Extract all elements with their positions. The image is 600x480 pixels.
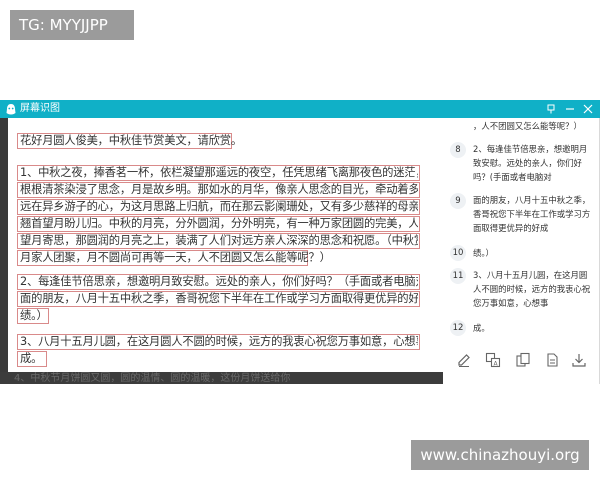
result-line: 成。 — [473, 323, 490, 333]
line-number-badge: 11 — [450, 268, 466, 284]
result-line: 2、每逢佳节倍思亲，想邀明月 — [473, 144, 588, 154]
text-line: 根根清茶染浸了思念，月是故乡明。那如水的月华，像亲人思念的目光，牵动着多少 — [20, 183, 418, 196]
panel-edge — [0, 118, 8, 379]
download-icon[interactable] — [571, 352, 587, 368]
text-line: 花好月圆人俊美，中秋佳节赏美文，请欣赏。 — [20, 134, 242, 147]
window-title: 屏幕识图 — [20, 103, 60, 114]
minimize-icon[interactable] — [565, 100, 579, 118]
text-line: 面的朋友，八月十五中秋之季，香哥祝您下半年在工作或学习方面取得更优异的好成 — [20, 292, 418, 305]
result-line: 致安慰。远处的亲人，你们好 — [473, 158, 582, 168]
close-icon[interactable] — [583, 100, 597, 118]
result-toolbar: A — [443, 352, 599, 372]
text-line: 远在异乡游子的心，为这月思路上归航，而在那云影阑珊处，又有多少慈祥的母亲， — [20, 200, 418, 213]
result-line: 您万事如意，心想事 — [473, 298, 549, 308]
app-logo-icon — [4, 102, 18, 116]
line-number-badge: 10 — [450, 245, 466, 261]
copy-icon[interactable] — [515, 352, 531, 368]
text-line: 成。 — [20, 352, 43, 365]
result-line: 吗？(手面或者电脑对 — [473, 172, 552, 182]
result-line: 绩。） — [473, 248, 494, 258]
line-number-badge: 8 — [450, 142, 466, 158]
text-line: 1、中秋之夜，捧香茗一杯，依栏凝望那遥远的夜空，任凭思绪飞离那夜色的迷茫， — [20, 166, 418, 179]
result-panel[interactable]: ，人不团圆又怎么能等呢？） 8 2、每逢佳节倍思亲，想邀明月 致安慰。远处的亲人… — [443, 118, 599, 384]
result-line: 面取得更优异的好成 — [473, 223, 549, 233]
ocr-window: 屏幕识图 花好月圆人俊美，中秋佳节赏美文，请欣赏。 1、中秋之夜，捧香茗一杯，依… — [0, 100, 600, 384]
bottom-strip: 4、中秋节月饼圆又圆，圆的温情、圆的温暖，这份月饼送给你 — [0, 372, 443, 384]
bottom-text: 4、中秋节月饼圆又圆，圆的温情、圆的温暖，这份月饼送给你 — [14, 373, 291, 384]
text-line: 2、每逢佳节倍思亲，想邀明月致安慰。远处的亲人，你们好吗？（手面或者电脑对 — [20, 275, 418, 288]
line-number-badge: 12 — [450, 320, 466, 336]
text-line: 绩。） — [20, 309, 48, 322]
text-line: 3、八月十五月儿圆，在这月圆人不圆的时候，远方的我衷心祝您万事如意，心想事 — [20, 335, 418, 348]
duplicate-icon[interactable] — [544, 352, 560, 368]
source-text-panel[interactable]: 花好月圆人俊美，中秋佳节赏美文，请欣赏。 1、中秋之夜，捧香茗一杯，依栏凝望那遥… — [0, 118, 443, 379]
edit-icon[interactable] — [456, 352, 472, 368]
result-line: 人不圆的时候，远方的我衷心祝 — [473, 284, 591, 294]
text-line: 月家人团聚，月不圆尚可再等一天，人不团圆又怎么能等呢？） — [20, 251, 331, 264]
watermark-site: www.chinazhouyi.org — [411, 440, 589, 470]
result-line: 3、八月十五月儿圆，在这月圆 — [473, 270, 588, 280]
pin-icon[interactable] — [546, 100, 560, 118]
title-bar: 屏幕识图 — [0, 100, 600, 118]
text-line: 翘首望月盼儿归。中秋的月亮，分外圆润，分外明亮，有一种万家团圆的完美，人们 — [20, 217, 418, 230]
result-line: 面的朋友，八月十五中秋之季， — [473, 195, 591, 205]
result-line: 香哥祝您下半年在工作或学习方 — [473, 209, 591, 219]
translate-icon[interactable]: A — [485, 352, 501, 368]
result-line: ，人不团圆又怎么能等呢？） — [473, 121, 582, 131]
line-number-badge: 9 — [450, 193, 466, 209]
text-line: 望月寄思，那圆润的月亮之上，装满了人们对远方亲人深深的思念和祝愿。（中秋赏 — [20, 234, 418, 247]
watermark-tag: TG: MYYJJPP — [10, 10, 134, 40]
